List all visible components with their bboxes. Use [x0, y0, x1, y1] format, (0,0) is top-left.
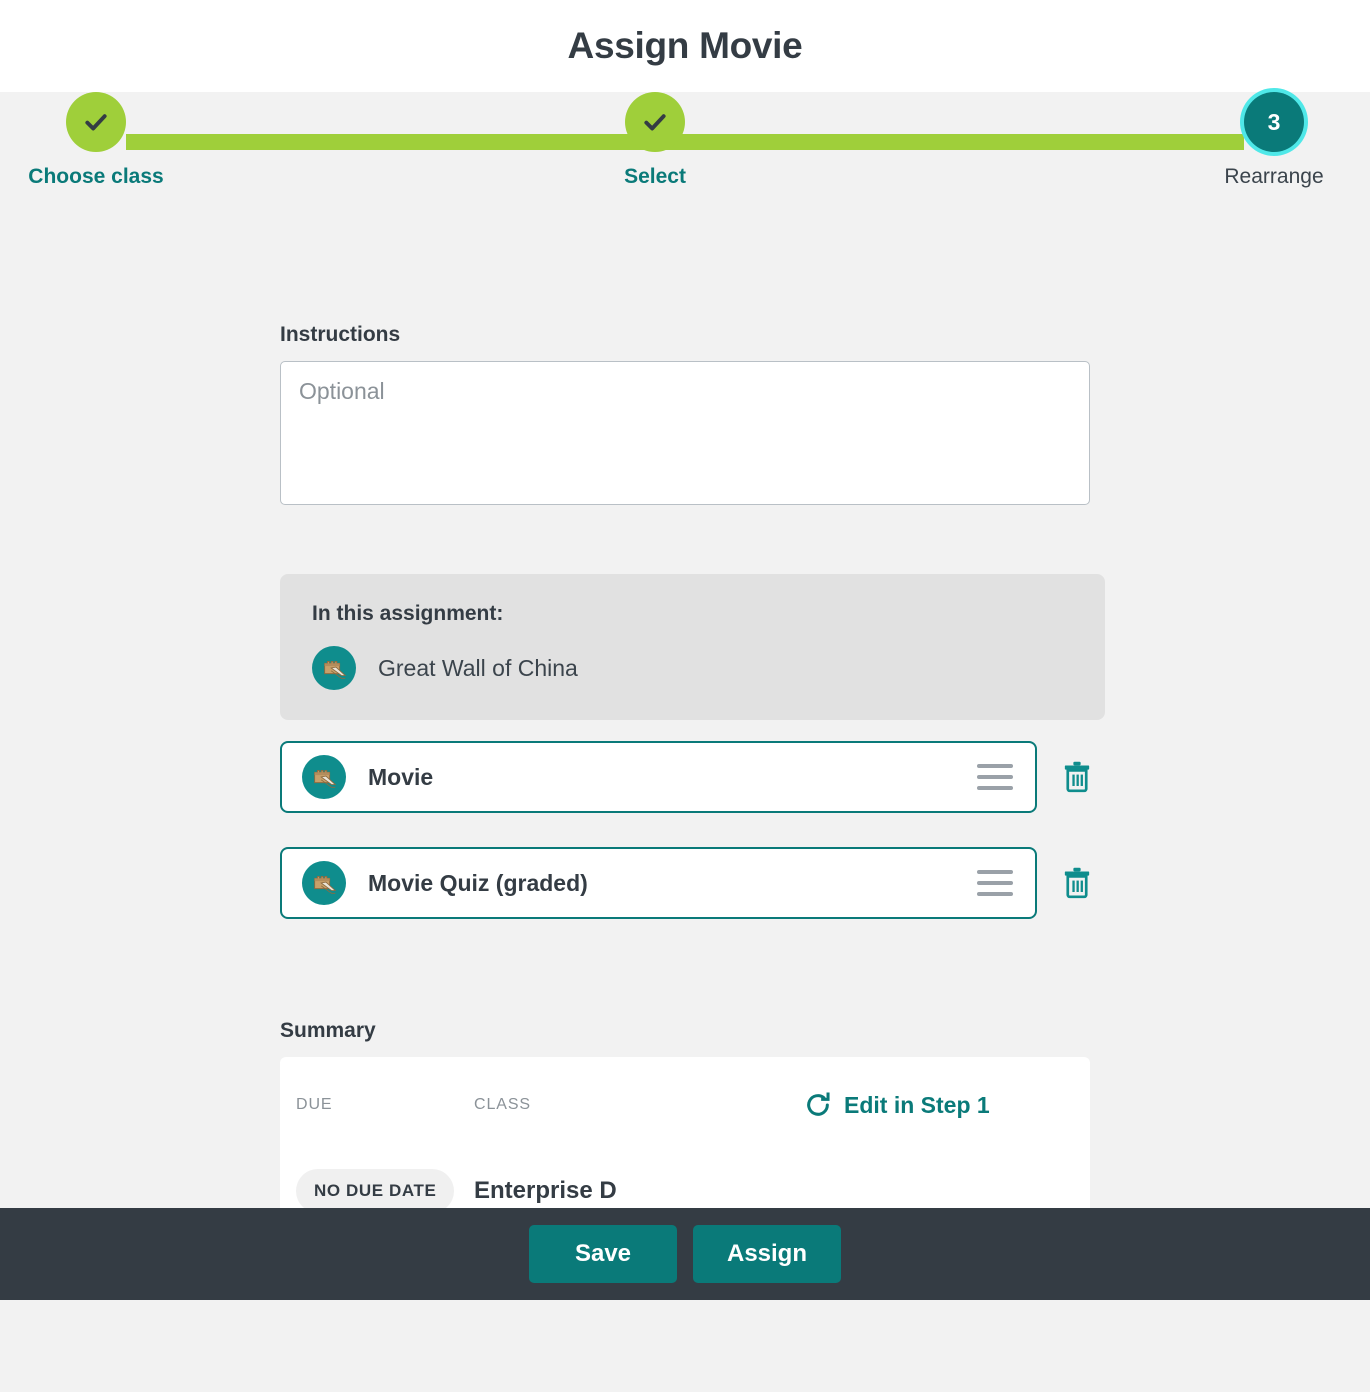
due-date-badge: NO DUE DATE [296, 1169, 455, 1213]
sortable-row-movie-wrap: Movie [280, 741, 1105, 813]
stepper-label-select: Select [624, 165, 686, 188]
summary-col-class-header: CLASS [474, 1096, 531, 1113]
instructions-input[interactable] [280, 361, 1090, 505]
stepper-label-choose-class: Choose class [28, 165, 164, 188]
refresh-icon [807, 1092, 830, 1116]
sortable-row-label: Movie Quiz (graded) [368, 869, 588, 896]
progress-stepper: Choose class Select 3 Rearrange [0, 92, 1370, 229]
stepper-label-rearrange: Rearrange [1224, 165, 1324, 188]
check-icon [644, 114, 666, 131]
sortable-row-label: Movie [368, 763, 434, 790]
assignment-item: Great Wall of China [312, 646, 1073, 690]
sortable-row-movie-quiz[interactable]: Movie Quiz (graded) [280, 847, 1037, 919]
summary-label: Summary [280, 1019, 376, 1042]
summary-data-row: NO DUE DATE Enterprise D [280, 1169, 1090, 1213]
step-node-1[interactable] [66, 92, 126, 152]
main-content: Instructions In this assignment: Great W… [0, 229, 1370, 1300]
summary-class-name: Enterprise D [474, 1177, 617, 1204]
step-number-label: 3 [1267, 108, 1281, 135]
great-wall-icon [302, 755, 346, 799]
in-this-assignment-title: In this assignment: [312, 602, 504, 625]
great-wall-icon [302, 861, 346, 905]
delete-row-button[interactable] [1049, 855, 1105, 911]
great-wall-icon [312, 646, 356, 690]
action-footer: Save Assign [0, 1208, 1370, 1300]
step-node-2[interactable] [625, 92, 685, 152]
delete-row-button[interactable] [1049, 749, 1105, 805]
summary-col-due-header: DUE [296, 1096, 333, 1113]
drag-handle-icon[interactable] [977, 764, 1013, 790]
trash-icon [1064, 867, 1090, 899]
drag-handle-icon[interactable] [977, 870, 1013, 896]
check-icon [85, 114, 107, 131]
page-title: Assign Movie [567, 25, 803, 66]
trash-icon [1064, 761, 1090, 793]
instructions-section: Instructions [280, 323, 1105, 510]
step-node-3[interactable]: 3 [1244, 92, 1304, 152]
edit-in-step-1-label: Edit in Step 1 [844, 1091, 990, 1118]
assign-button[interactable]: Assign [693, 1225, 841, 1283]
sortable-row-quiz-wrap: Movie Quiz (graded) [280, 847, 1105, 919]
sortable-row-movie[interactable]: Movie [280, 741, 1037, 813]
instructions-label: Instructions [280, 323, 401, 346]
assignment-item-label: Great Wall of China [378, 654, 578, 681]
in-this-assignment-panel: In this assignment: Great Wall of China [280, 574, 1105, 720]
summary-header-row: DUE CLASS Edit in Step 1 [280, 1091, 1090, 1119]
page-header: Assign Movie [0, 0, 1370, 92]
stepper-track [126, 134, 1244, 150]
save-button[interactable]: Save [529, 1225, 677, 1283]
edit-in-step-1-link[interactable]: Edit in Step 1 [804, 1091, 990, 1119]
